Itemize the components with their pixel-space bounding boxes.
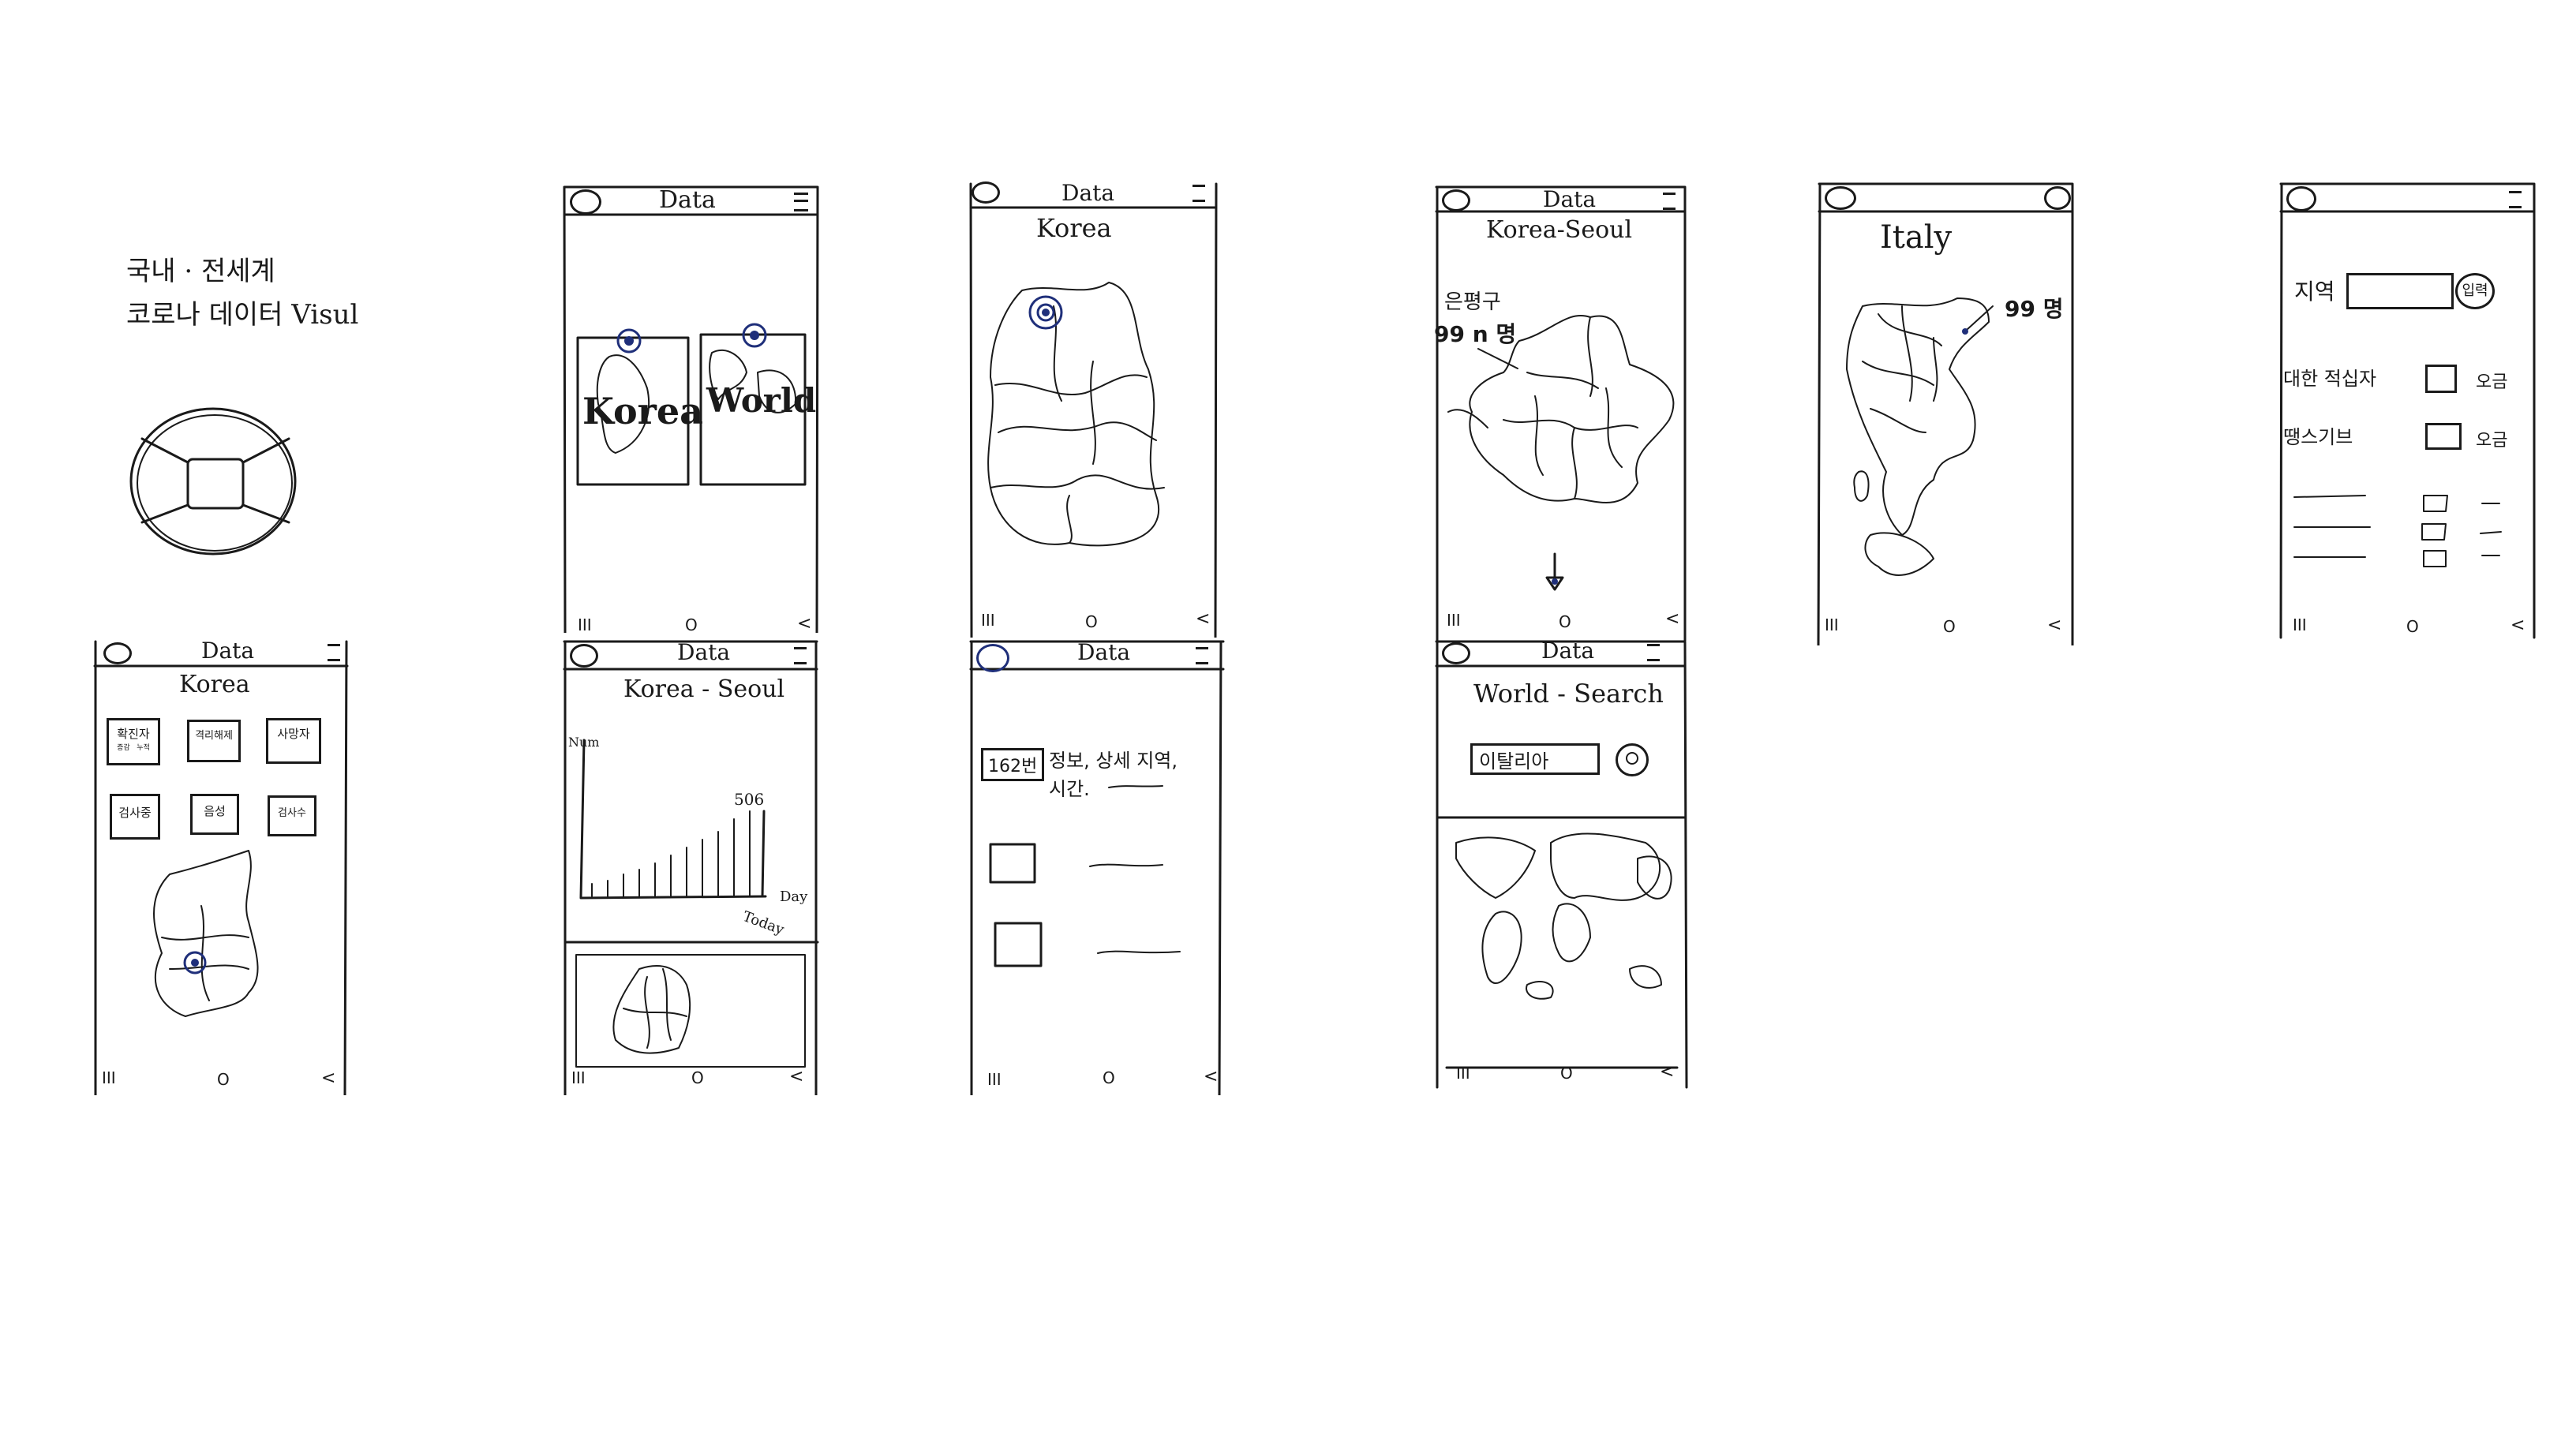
- screen-seoul-map: Data Korea-Seoul 은평구 99 n 명 III O <: [1432, 183, 1689, 642]
- case-placeholders: [989, 785, 1181, 967]
- nav-back-button[interactable]: <: [2510, 615, 2525, 635]
- screen-case-detail: Data 162번 정보, 상세 지역, 시간. III O <: [967, 638, 1227, 1097]
- chart-x-tick: Today: [740, 908, 787, 938]
- screen-korea-stats: Data Korea 확진자 증감 누적 격리해제 사망자 검사중 음성 검사수…: [91, 638, 351, 1097]
- korea-province-map: [987, 282, 1165, 547]
- nav-home-button[interactable]: O: [1943, 617, 1956, 636]
- italy-region-map: [1846, 297, 1994, 576]
- nav-back-button[interactable]: <: [1196, 609, 1210, 629]
- nav-home-button[interactable]: O: [1103, 1068, 1115, 1087]
- cover-title-line2: 코로나 데이터 Visul: [126, 299, 358, 331]
- world-map: [1455, 832, 1672, 1000]
- nav-recent-button[interactable]: III: [1456, 1064, 1470, 1083]
- chart-peak-label: 506: [734, 790, 764, 809]
- nav-back-button[interactable]: <: [1665, 609, 1679, 629]
- nav-recent-button[interactable]: III: [571, 1068, 586, 1087]
- nav-back-button[interactable]: <: [321, 1068, 335, 1088]
- cover-svg: 국내 · 전세계 코로나 데이터 Visul: [126, 256, 358, 556]
- nav-recent-button[interactable]: III: [578, 615, 592, 634]
- korea-stats-map: [153, 850, 259, 1017]
- nav-home-button[interactable]: O: [685, 615, 698, 634]
- screen-seoul-chart: Data Korea - Seoul Num 506 Day Today III…: [560, 638, 821, 1097]
- cover-title-line1: 국내 · 전세계: [126, 256, 275, 287]
- nav-home-button[interactable]: O: [1560, 1064, 1573, 1083]
- nav-recent-button[interactable]: III: [2293, 615, 2307, 634]
- nav-recent-button[interactable]: III: [981, 611, 995, 630]
- nav-back-button[interactable]: <: [789, 1067, 803, 1087]
- cover-sketch: 국내 · 전세계 코로나 데이터 Visul: [110, 245, 395, 576]
- nav-home-button[interactable]: O: [1085, 612, 1098, 631]
- seoul-mini-map-box: [575, 954, 806, 1068]
- nav-home-button[interactable]: O: [217, 1070, 230, 1089]
- mask-logo-icon: [129, 407, 297, 556]
- case-thumbnail[interactable]: [994, 922, 1043, 967]
- screen-home: Data Korea World III O <: [560, 183, 821, 634]
- nav-back-button[interactable]: <: [1204, 1067, 1218, 1087]
- nav-back-button[interactable]: <: [797, 614, 811, 634]
- screen-italy: Italy 99 명 III O <: [1815, 180, 2076, 647]
- nav-recent-button[interactable]: III: [987, 1070, 1002, 1089]
- nav-home-button[interactable]: O: [2406, 617, 2419, 636]
- home-cards: Korea World: [576, 323, 816, 486]
- nav-home-button[interactable]: O: [1559, 612, 1571, 631]
- nav-recent-button[interactable]: III: [102, 1068, 116, 1087]
- seoul-district-map: [1447, 315, 1675, 591]
- korea-card-label: Korea: [582, 390, 703, 432]
- chart-y-label: Num: [568, 735, 599, 750]
- screen-korea-map: Data Korea III O <: [967, 180, 1219, 639]
- chart-x-label: Day: [780, 888, 808, 905]
- case-thumbnail[interactable]: [989, 843, 1036, 884]
- daily-chart: Num 506 Day Today: [568, 735, 808, 1068]
- nav-recent-button[interactable]: III: [1825, 615, 1839, 634]
- nav-recent-button[interactable]: III: [1447, 611, 1461, 630]
- world-card-label: World: [706, 381, 816, 420]
- nav-back-button[interactable]: <: [2047, 615, 2061, 635]
- nav-home-button[interactable]: O: [691, 1068, 704, 1087]
- placeholder-rows: [2293, 495, 2502, 567]
- nav-back-button[interactable]: <: [1660, 1062, 1674, 1082]
- screen-donation: 지역 입력 대한 적십자 오금 땡스기브 오금 III O <: [2277, 180, 2537, 645]
- screen-world-search: Data World - Search 이탈리아 III O <: [1432, 638, 1693, 1095]
